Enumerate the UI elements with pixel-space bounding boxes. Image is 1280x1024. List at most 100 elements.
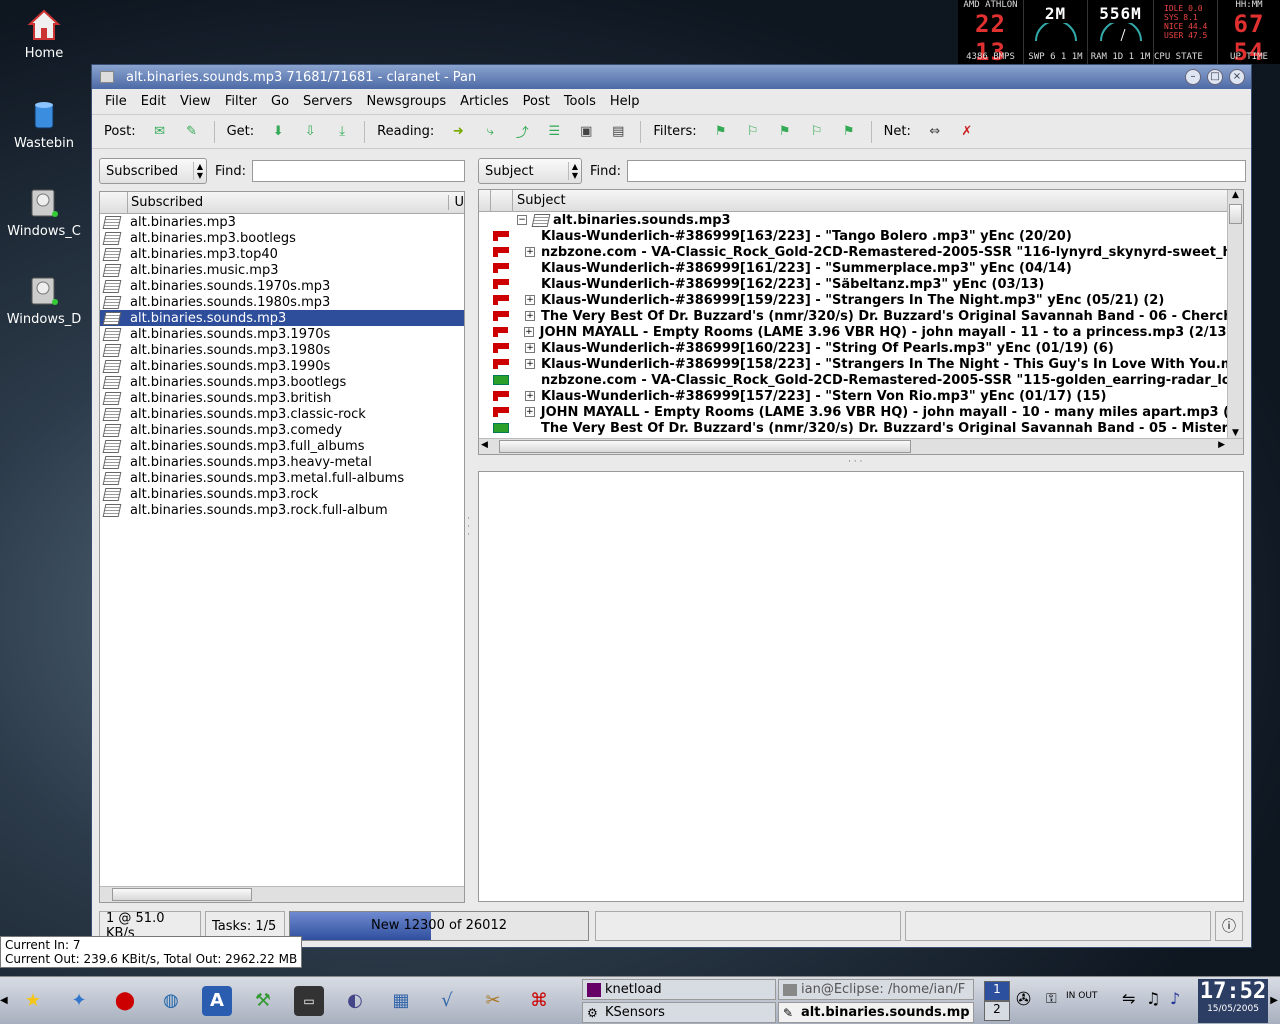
task-knetload[interactable]: knetload (582, 979, 776, 1000)
network-icon[interactable]: ✦ (64, 986, 94, 1016)
tray-inout[interactable]: IN OUT (1066, 991, 1097, 1001)
desktop-1[interactable]: 1 (984, 981, 1010, 1001)
media-player-icon[interactable]: ◐ (340, 986, 370, 1016)
desktop-2[interactable]: 2 (984, 1001, 1010, 1021)
volume-icon[interactable]: ♫ (1146, 989, 1160, 1008)
window-titlebar[interactable]: alt.binaries.sounds.mp3 71681/71681 - cl… (92, 65, 1251, 89)
next-thread-icon[interactable]: ⤷ (480, 123, 500, 141)
pdf-reader-icon[interactable]: ⌘ (524, 986, 554, 1016)
article-row[interactable]: Klaus-Wunderlich-#386999[161/223] - "Sum… (479, 260, 1243, 276)
image-viewer-icon[interactable]: ▦ (386, 986, 416, 1016)
collapse-icon[interactable]: − (517, 215, 527, 225)
menu-view[interactable]: View (180, 94, 211, 109)
group-row[interactable]: alt.binaries.sounds.mp3.full_albums (100, 438, 464, 454)
article-row[interactable]: + nzbzone.com - VA-Classic_Rock_Gold-2CD-… (479, 244, 1243, 260)
menu-servers[interactable]: Servers (303, 94, 352, 109)
read-article-icon[interactable]: ☰ (544, 123, 564, 141)
task-ksensors[interactable]: ⚙ KSensors (582, 1002, 776, 1023)
group-row[interactable]: alt.binaries.sounds.mp3.british (100, 390, 464, 406)
group-row[interactable]: alt.binaries.sounds.mp3.1970s (100, 326, 464, 342)
article-row[interactable]: + Klaus-Wunderlich-#386999[160/223] - "St… (479, 340, 1243, 356)
menu-post[interactable]: Post (523, 94, 550, 109)
article-list[interactable]: Subject − alt.binaries.sounds.mp3 Klaus-… (478, 189, 1244, 455)
group-row[interactable]: alt.binaries.sounds.mp3.metal.full-album… (100, 470, 464, 486)
article-row[interactable]: + JOHN MAYALL - Empty Rooms (LAME 3.96 VB… (479, 404, 1243, 420)
tools-icon[interactable]: ⚒ (248, 986, 278, 1016)
group-row[interactable]: alt.binaries.sounds.mp3.1990s (100, 358, 464, 374)
save-icon[interactable]: ▣ (576, 123, 596, 141)
task-pan[interactable]: ✎ alt.binaries.sounds.mp (778, 1002, 974, 1023)
menu-help[interactable]: Help (610, 94, 640, 109)
math-icon[interactable]: √ (432, 986, 462, 1016)
text-editor-icon[interactable]: A (202, 985, 232, 1016)
group-row[interactable]: alt.binaries.sounds.mp3.bootlegs (100, 374, 464, 390)
filter-cached-icon[interactable]: ⚐ (743, 123, 763, 141)
get-subscribed-icon[interactable]: ⤓ (332, 123, 352, 141)
group-row[interactable]: alt.binaries.mp3.bootlegs (100, 230, 464, 246)
desktop-icon-windows-c[interactable]: Windows_C (4, 186, 84, 239)
desktop-icon-windows-d[interactable]: Windows_D (4, 274, 84, 327)
post-article-icon[interactable]: ✉ (150, 123, 170, 141)
col-unread[interactable]: U (449, 195, 464, 210)
article-find-input[interactable] (627, 160, 1246, 182)
group-row[interactable]: alt.binaries.sounds.1980s.mp3 (100, 294, 464, 310)
tray-tool-icon[interactable]: ✇ (1016, 989, 1031, 1010)
edit-icon[interactable]: ▤ (608, 123, 628, 141)
next-unread-icon[interactable]: ➜ (448, 123, 468, 141)
article-row[interactable]: The Very Best Of Dr. Buzzard's (nmr/320/… (479, 420, 1243, 436)
pane-splitter[interactable]: · · · (467, 515, 473, 545)
star-menu-icon[interactable]: ★ (18, 986, 48, 1016)
cancel-tasks-icon[interactable]: ✗ (957, 123, 977, 141)
group-find-input[interactable] (252, 160, 465, 182)
utility-icon[interactable]: ✂ (478, 986, 508, 1016)
menu-file[interactable]: File (105, 94, 127, 109)
minimize-button[interactable]: – (1185, 69, 1201, 85)
expand-icon[interactable]: + (525, 311, 535, 321)
expand-icon[interactable]: + (525, 247, 535, 257)
browser-globe-icon[interactable]: ◍ (156, 986, 186, 1016)
article-row[interactable]: + JOHN MAYALL - Empty Rooms (LAME 3.96 VB… (479, 324, 1243, 340)
article-row[interactable]: Klaus-Wunderlich-#386999[162/223] - "Säb… (479, 276, 1243, 292)
col-subscribed[interactable]: Subscribed (128, 195, 450, 210)
tray-network-icon[interactable]: ⇋ (1122, 989, 1135, 1008)
expand-icon[interactable]: + (524, 407, 535, 417)
group-row[interactable]: alt.binaries.sounds.mp3.comedy (100, 422, 464, 438)
close-button[interactable]: × (1229, 69, 1245, 85)
article-row[interactable]: + Klaus-Wunderlich-#386999[159/223] - "St… (479, 292, 1243, 308)
tray-key-icon[interactable]: ⚿ (1046, 991, 1057, 1007)
menu-articles[interactable]: Articles (460, 94, 508, 109)
pane-splitter-horizontal[interactable]: · · · (848, 457, 862, 467)
group-row[interactable]: alt.binaries.sounds.mp3.heavy-metal (100, 454, 464, 470)
tray-app-icon[interactable]: ♪ (1170, 989, 1180, 1008)
group-row[interactable]: alt.binaries.sounds.mp3.classic-rock (100, 406, 464, 422)
article-hscrollbar[interactable]: ◀ ▶ (479, 438, 1243, 454)
filter-unread-icon[interactable]: ⚑ (711, 123, 731, 141)
scroll-right-icon[interactable]: ▶ (1270, 995, 1278, 1006)
filter-mine-icon[interactable]: ⚑ (839, 123, 859, 141)
post-followup-icon[interactable]: ✎ (182, 123, 202, 141)
expand-icon[interactable]: + (525, 391, 535, 401)
desktop-icon-wastebin[interactable]: Wastebin (4, 98, 84, 151)
article-vscrollbar[interactable]: ▲ ▼ (1227, 190, 1243, 438)
article-row[interactable]: + Klaus-Wunderlich-#386999[157/223] - "St… (479, 388, 1243, 404)
group-hscrollbar[interactable] (100, 886, 464, 902)
group-row[interactable]: alt.binaries.sounds.mp3 (100, 310, 464, 326)
group-list[interactable]: Subscribed U alt.binaries.mp3 alt.binarie… (99, 191, 465, 903)
article-body-view[interactable] (478, 471, 1244, 902)
info-icon[interactable]: ⓘ (1215, 911, 1243, 941)
group-row[interactable]: alt.binaries.mp3.top40 (100, 246, 464, 262)
expand-icon[interactable]: + (525, 343, 535, 353)
get-all-headers-icon[interactable]: ⇩ (300, 123, 320, 141)
terminal-icon[interactable]: ▭ (294, 985, 324, 1016)
menu-go[interactable]: Go (271, 94, 289, 109)
article-row[interactable]: + Klaus-Wunderlich-#386999[158/223] - "St… (479, 356, 1243, 372)
window-menu-icon[interactable] (100, 71, 114, 83)
article-row[interactable]: Klaus-Wunderlich-#386999[163/223] - "Tan… (479, 228, 1243, 244)
article-root-row[interactable]: − alt.binaries.sounds.mp3 (479, 212, 1243, 228)
group-filter-combo[interactable]: Subscribed ▲ ▼ (99, 158, 207, 184)
article-row[interactable]: nzbzone.com - VA-Classic_Rock_Gold-2CD-R… (479, 372, 1243, 388)
expand-icon[interactable]: + (524, 327, 534, 337)
article-row[interactable]: + The Very Best Of Dr. Buzzard's (nmr/320… (479, 308, 1243, 324)
parent-article-icon[interactable]: ⤴ (512, 123, 532, 141)
col-subject[interactable]: Subject (513, 193, 566, 208)
